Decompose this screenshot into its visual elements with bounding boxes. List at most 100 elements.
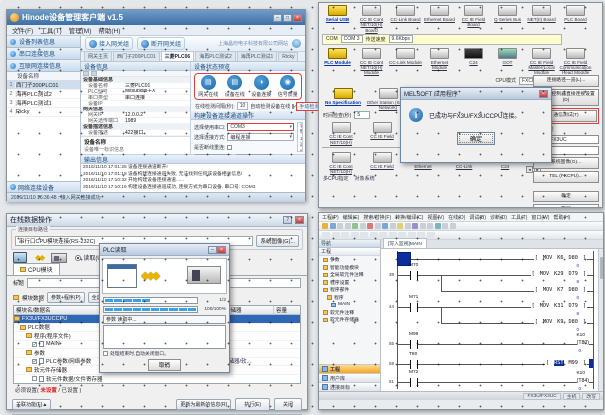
menu-file[interactable]: 文件(F) [12, 25, 33, 35]
pc-if-serial-usb[interactable]: Serial USB [321, 5, 354, 33]
plc-if-plc-module[interactable]: PLC Module [321, 48, 354, 76]
plc-if-ccie-field-head[interactable]: CC IE Field Communication Head Module [559, 48, 592, 76]
tab-device-2-active[interactable]: 三菱PLC06 [161, 51, 195, 61]
contact-symbol[interactable] [410, 360, 418, 369]
melsoft-close-button[interactable]: × [539, 90, 548, 98]
tab-device-3[interactable]: 海再PLC测试2 [195, 51, 236, 61]
menu-compile[interactable]: 转换/编译(C) [395, 214, 423, 221]
melsoft-titlebar[interactable]: MELSOFT 应用程序 × [401, 88, 551, 100]
online-close-button[interactable]: × [295, 216, 304, 224]
ladder-doc-tab[interactable]: [写入监视]MAIN [383, 238, 427, 248]
menu-tool[interactable]: 工具(T) [511, 214, 527, 221]
device-row[interactable]: 4Ricky [7, 108, 80, 117]
pc-if-q-series-bus[interactable]: Q Series Bus [491, 5, 524, 33]
tree-item-parameter[interactable]: 参数 [319, 256, 380, 264]
connection-path-list-button[interactable]: 连接路径一览(L)... [533, 75, 599, 87]
row-checkbox[interactable] [32, 376, 37, 381]
tab-cpu-module[interactable]: CPU模块 [13, 263, 60, 275]
menu-debug[interactable]: 调试(B) [469, 214, 486, 221]
tree-item-intelligent[interactable]: 智能功能模块 [319, 264, 380, 272]
menu-project[interactable]: 工程(P) [322, 214, 339, 221]
gxworks-toolbar-main[interactable] [319, 222, 603, 231]
plc-if-cclink-module[interactable]: CC-Link Module [389, 48, 422, 76]
contact-symbol[interactable] [410, 303, 418, 312]
menu-tools[interactable]: 工具(T) [40, 25, 61, 35]
ok-button[interactable]: 确定 [533, 191, 599, 203]
company-site-link[interactable]: 上海晶珩电子科技有限公司网站 [218, 40, 288, 47]
tab-gateway-home[interactable]: 网关主页 [84, 51, 112, 61]
instruction[interactable]: RSTM99 [545, 360, 587, 366]
auto-detect-checkbox[interactable] [292, 104, 294, 109]
menu-diagnostics[interactable]: 诊断(D) [490, 214, 507, 221]
interval-input[interactable]: 10 [237, 102, 249, 110]
tab-device-4[interactable]: 海再PLC测试1 [237, 51, 278, 61]
help-button[interactable]: ? [283, 216, 292, 224]
instruction[interactable]: MOVK29D79 [531, 271, 587, 277]
route-ccie-field[interactable]: CC IE Field [362, 122, 402, 145]
pc-if-plc-board[interactable]: PLC Board [559, 5, 592, 33]
related-functions-button[interactable]: 关联功能(F)▲ [12, 399, 51, 410]
route-ccie-cont[interactable]: CC IE Cont NET/10(H) [321, 122, 361, 145]
plc-read-min-button[interactable]: – [208, 246, 217, 254]
connect-mode-select[interactable]: 编程连接 [227, 133, 294, 141]
autoclose-checkbox[interactable] [103, 351, 108, 356]
system-image-button[interactable]: 系统图像(G)... [256, 235, 299, 247]
maximize-button[interactable]: □ [283, 14, 292, 22]
plc-read-cancel-button[interactable]: 取消 [148, 359, 181, 371]
param-program-button[interactable]: 参数+程序(P) [47, 292, 85, 303]
close-button[interactable]: × [293, 14, 302, 22]
plc-if-got[interactable]: GOT [491, 48, 524, 76]
tree-item-program[interactable]: 程序 [319, 294, 380, 302]
refresh-button[interactable]: 更新为最新的信息(R) [176, 399, 231, 410]
tab-device-1[interactable]: 西门子200PLC01 [113, 51, 160, 61]
plc-if-c24[interactable]: C24 [457, 48, 490, 76]
sidebar-item-serial[interactable]: 串口连接信息 [7, 48, 80, 60]
menu-view[interactable]: 视图(V) [427, 214, 444, 221]
project-section-bar[interactable]: 工程 [319, 248, 380, 256]
nav-tab-connection[interactable]: 连接目标 [319, 382, 380, 391]
nav-tab-user-library[interactable]: 用户库 [319, 373, 380, 382]
plc-if-ccie-field-master[interactable]: CC IE Field Master/Local Module [525, 48, 558, 76]
instruction[interactable]: MOVK9D80 [534, 319, 587, 325]
pc-if-ccie-field-board[interactable]: CC IE Field Board [457, 5, 490, 33]
device-row[interactable]: 2海再PLC测试2 [7, 90, 80, 99]
connect-gateway-button[interactable]: 接入网关组 [85, 37, 133, 50]
tree-item-global-comment[interactable]: 全局软元件注释 [319, 271, 380, 279]
contact-symbol[interactable] [410, 378, 418, 387]
table-row[interactable]: 软元件数据/文件寄存器 [14, 375, 300, 384]
transfer-speed-field[interactable]: 9.6Kbps [389, 35, 413, 43]
row-checkbox[interactable] [32, 342, 37, 347]
sidebar-item-device-list[interactable]: 设备列表信息 [7, 36, 80, 48]
plc-read-close-button[interactable]: × [217, 246, 226, 254]
menu-window[interactable]: 窗口(W) [531, 214, 549, 221]
instruction[interactable]: MOVK7D80 [534, 287, 587, 293]
com-port-field[interactable]: COM 3 [341, 35, 363, 43]
minimize-button[interactable]: – [273, 14, 282, 22]
instruction[interactable]: MOVK31D79 [531, 303, 587, 309]
tree-item-program-setting[interactable]: 程序设置 [319, 279, 380, 287]
tree-item-main[interactable]: MAIN [319, 301, 380, 309]
ladder-scrollbar[interactable] [598, 249, 603, 391]
reconnect-checkbox[interactable] [227, 145, 232, 150]
serial-port-select[interactable]: COM3 [227, 123, 294, 131]
menu-help[interactable]: 帮助(H) [553, 214, 570, 221]
hinode-titlebar[interactable]: Hinode设备管理客户端 v1.5 – □ × [7, 10, 305, 25]
online-titlebar[interactable]: 在线数据操作 ? × [7, 214, 307, 227]
pc-if-ccie-cont-board[interactable]: CC IE Cont NET/10(H) Board [355, 5, 388, 33]
ladder-editor[interactable]: MOVK6D80 0 38 M70 MOVK29D79 8 MOVK7D80 0… [381, 249, 603, 391]
tab-device-5[interactable]: Ricky [278, 52, 298, 61]
menu-help[interactable]: 帮助(H) [98, 25, 120, 35]
no-specification-item[interactable]: No Specification [321, 88, 365, 111]
tree-item-device-comment[interactable]: 软元件注释 [319, 309, 380, 317]
sidebar-item-network-devices[interactable]: 网络连接设备 [7, 181, 80, 192]
pc-if-ethernet-board[interactable]: Ethernet Board [423, 5, 456, 33]
coil-symbol[interactable]: T84 [577, 378, 589, 384]
plc-read-titlebar[interactable]: PLC读取 – × [100, 244, 229, 256]
instruction[interactable]: MOVK6D80 [534, 255, 587, 261]
result-listbox[interactable] [103, 325, 226, 349]
close-dialog-button[interactable]: 关闭 [274, 398, 302, 411]
contact-symbol[interactable] [410, 340, 418, 349]
execute-button[interactable]: 执行(E) [235, 398, 270, 411]
disconnect-gateway-button[interactable]: 断开网关组 [137, 37, 185, 50]
device-row[interactable]: 3海再PLC测试1 [7, 99, 80, 108]
